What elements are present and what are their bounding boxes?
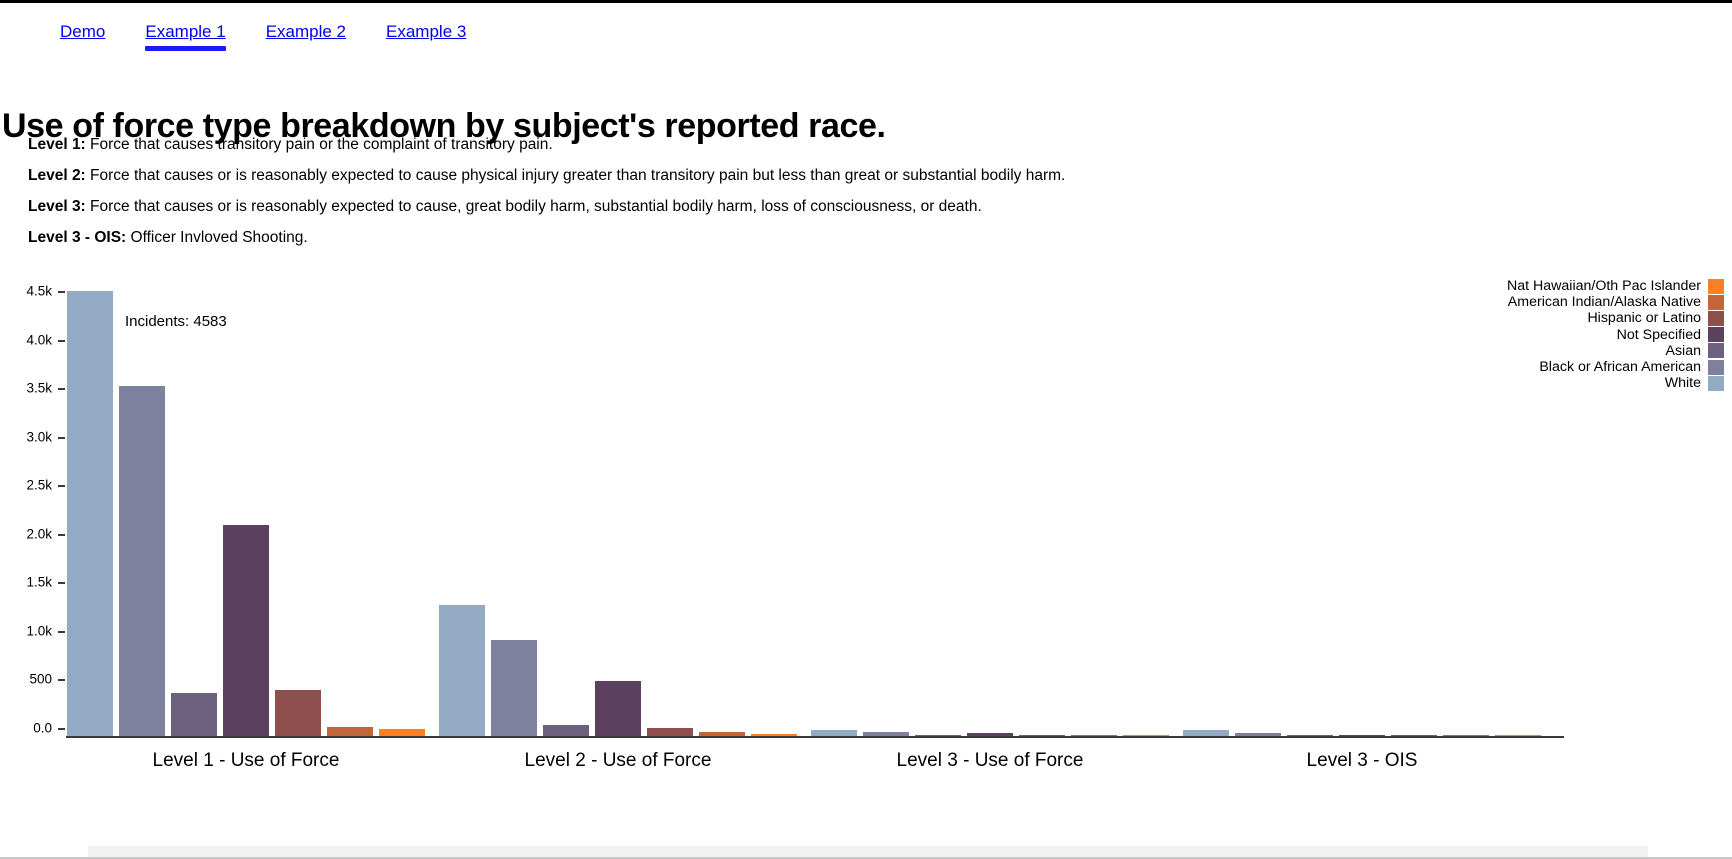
bar[interactable]: [171, 693, 217, 736]
y-axis-tick-mark: [58, 679, 65, 682]
definitions-list: Level 1: Force that causes transitory pa…: [28, 136, 1628, 260]
legend-color-swatch: [1708, 343, 1724, 359]
y-axis-tick-mark: [58, 436, 65, 439]
bar[interactable]: [647, 727, 693, 736]
definition-row: Level 1: Force that causes transitory pa…: [28, 136, 1628, 154]
legend-color-swatch: [1708, 310, 1724, 326]
bar[interactable]: [595, 681, 641, 736]
x-axis-group-label: Level 3 - Use of Force: [896, 750, 1084, 771]
y-axis-tick-mark: [58, 485, 65, 488]
legend-item[interactable]: Nat Hawaiian/Oth Pac Islander: [1507, 278, 1724, 294]
legend-label: Asian: [1665, 342, 1702, 359]
nav-link-example-3[interactable]: Example 3: [386, 22, 466, 46]
definition-row: Level 2: Force that causes or is reasona…: [28, 167, 1628, 185]
nav-link-demo[interactable]: Demo: [60, 22, 105, 46]
y-axis-tick-mark: [58, 388, 65, 391]
bar[interactable]: [327, 726, 373, 736]
y-axis-tick-mark: [58, 533, 65, 536]
y-axis-tick-label: 500: [29, 671, 52, 687]
y-axis-tick-label: 4.0k: [26, 332, 52, 348]
main-navigation: Demo Example 1 Example 2 Example 3: [0, 22, 1732, 62]
legend-label: Hispanic or Latino: [1587, 310, 1701, 327]
legend-label: Nat Hawaiian/Oth Pac Islander: [1507, 278, 1701, 295]
plot-area: Incidents: 4583: [66, 280, 1556, 736]
y-axis-tick-mark: [58, 728, 65, 730]
bar[interactable]: [491, 639, 537, 736]
legend-label: Black or African American: [1539, 359, 1701, 376]
x-axis-line: [66, 736, 1564, 738]
legend-item[interactable]: Not Specified: [1507, 327, 1724, 343]
bar-chart: Incidents: 4583 0.0 500 1.0k 1.5k 2.0k 2.5k 3.…: [0, 272, 1732, 792]
definition-text: Force that causes or is reasonably expec…: [85, 167, 1066, 184]
x-axis-group-label: Level 2 - Use of Force: [524, 750, 712, 771]
definition-text: Officer Invloved Shooting.: [126, 229, 308, 246]
nav-link-example-1[interactable]: Example 1: [145, 22, 227, 51]
legend-label: Not Specified: [1616, 326, 1701, 343]
definition-text: Force that causes or is reasonably expec…: [85, 198, 982, 215]
bar[interactable]: [379, 729, 425, 736]
legend-item[interactable]: Asian: [1507, 343, 1724, 359]
definition-term: Level 2:: [28, 167, 86, 184]
x-axis-group-label: Level 3 - OIS: [1306, 750, 1418, 771]
chart-legend: Nat Hawaiian/Oth Pac Islander American In…: [1507, 278, 1724, 391]
legend-item[interactable]: White: [1507, 375, 1724, 391]
definition-text: Force that causes transitory pain or the…: [85, 136, 553, 153]
top-border: [0, 0, 1732, 3]
y-axis-tick-mark: [58, 291, 65, 294]
legend-label: White: [1664, 375, 1701, 392]
bar[interactable]: [439, 604, 485, 736]
legend-label: American Indian/Alaska Native: [1507, 294, 1701, 311]
y-axis-tick-label: 1.0k: [26, 623, 52, 639]
y-axis-tick-mark: [58, 630, 65, 633]
bar[interactable]: [67, 291, 113, 736]
x-axis-group-label: Level 1 - Use of Force: [152, 750, 340, 771]
y-axis-tick-label: 3.0k: [26, 429, 52, 445]
y-axis-tick-label: 1.5k: [26, 574, 52, 590]
bar[interactable]: [223, 524, 269, 736]
nav-link-example-2[interactable]: Example 2: [266, 22, 346, 46]
y-axis-tick-label: 2.5k: [26, 477, 52, 493]
legend-item[interactable]: Black or African American: [1507, 359, 1724, 375]
legend-color-swatch: [1708, 278, 1724, 294]
legend-color-swatch: [1708, 327, 1724, 343]
y-axis-tick-mark: [58, 582, 65, 585]
y-axis-tick-label: 2.0k: [26, 526, 52, 542]
bar-tooltip: Incidents: 4583: [125, 313, 227, 331]
bar[interactable]: [119, 385, 165, 736]
definition-row: Level 3: Force that causes or is reasona…: [28, 198, 1628, 216]
definition-term: Level 3 - OIS:: [28, 229, 127, 246]
legend-color-swatch: [1708, 359, 1724, 375]
legend-item[interactable]: American Indian/Alaska Native: [1507, 294, 1724, 310]
definition-term: Level 3:: [28, 198, 86, 215]
y-axis-tick-label: 3.5k: [26, 380, 52, 396]
definition-row: Level 3 - OIS: Officer Invloved Shooting…: [28, 229, 1628, 247]
y-axis-tick-mark: [58, 339, 65, 342]
y-axis-tick-label: 4.5k: [26, 283, 52, 299]
bar[interactable]: [275, 690, 321, 736]
legend-color-swatch: [1708, 375, 1724, 391]
y-axis-tick-label: 0.0: [33, 720, 52, 736]
legend-color-swatch: [1708, 294, 1724, 310]
definition-term: Level 1:: [28, 136, 86, 153]
horizontal-scrollbar[interactable]: [88, 846, 1648, 857]
bar[interactable]: [543, 725, 589, 736]
legend-item[interactable]: Hispanic or Latino: [1507, 310, 1724, 326]
